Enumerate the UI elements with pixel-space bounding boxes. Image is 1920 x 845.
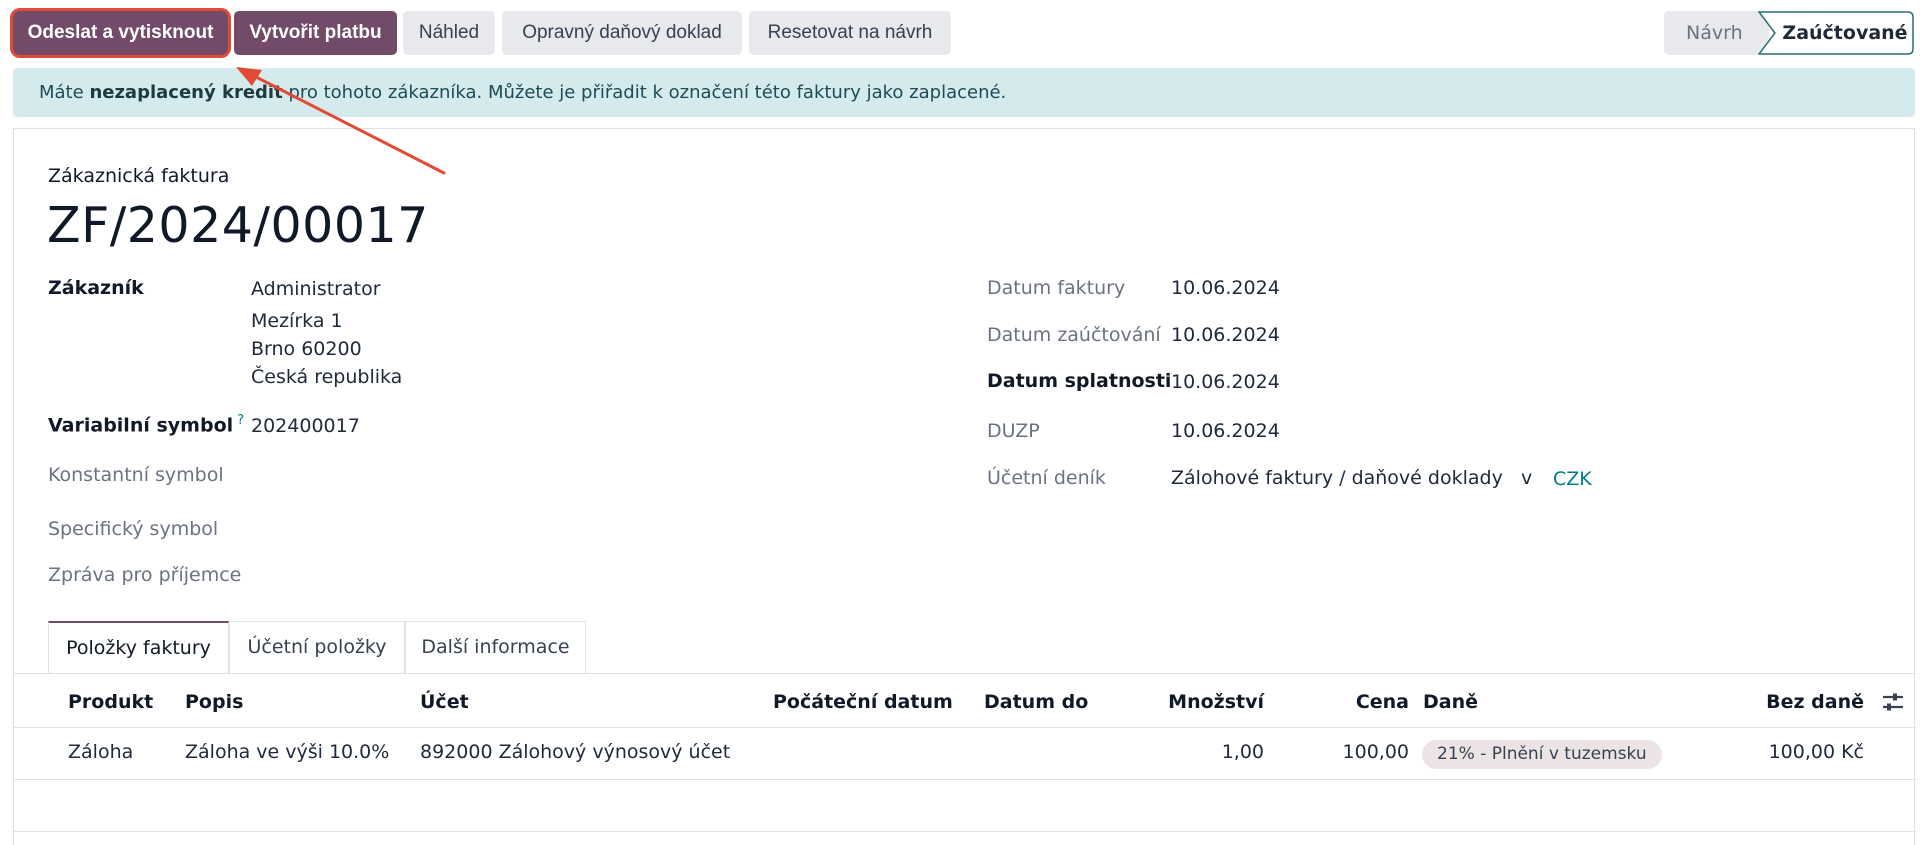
column-end-date[interactable]: Datum do	[984, 691, 1088, 713]
tab-other-info[interactable]: Další informace	[405, 621, 586, 673]
customer-country: Česká republika	[251, 366, 403, 388]
invoice-date-field[interactable]: 10.06.2024	[1171, 277, 1280, 299]
status-posted-label: Zaúčtované	[1782, 22, 1908, 44]
row-product[interactable]: Záloha	[68, 741, 133, 763]
status-draft[interactable]: Návrh	[1664, 11, 1769, 55]
column-description[interactable]: Popis	[185, 691, 243, 713]
accounting-date-field[interactable]: 10.06.2024	[1171, 324, 1280, 346]
register-payment-button[interactable]: Vytvořit platbu	[234, 11, 397, 55]
status-posted[interactable]: Zaúčtované	[1758, 11, 1914, 55]
accounting-date-label: Datum zaúčtování	[987, 324, 1161, 346]
currency-field[interactable]: CZK	[1553, 468, 1592, 490]
tab-divider	[14, 673, 1916, 674]
journal-label: Účetní deník	[987, 467, 1106, 489]
column-product[interactable]: Produkt	[68, 691, 153, 713]
column-account[interactable]: Účet	[420, 691, 469, 713]
customer-street: Mezírka 1	[251, 310, 343, 332]
column-subtotal[interactable]: Bez daně	[1714, 691, 1864, 713]
column-start-date[interactable]: Počáteční datum	[773, 691, 953, 713]
recipient-message-label: Zpráva pro příjemce	[48, 564, 242, 586]
alert-suffix: pro tohoto zákazníka. Můžete je přiřadit…	[288, 82, 1007, 103]
help-tooltip-icon[interactable]: ?	[237, 413, 244, 428]
document-type: Zákaznická faktura	[48, 165, 230, 187]
constant-symbol-label: Konstantní symbol	[48, 464, 224, 486]
row-divider	[14, 779, 1916, 780]
customer-label: Zákazník	[48, 277, 144, 299]
row-account[interactable]: 892000 Zálohový výnosový účet	[420, 741, 730, 763]
credit-note-button[interactable]: Opravný daňový doklad	[502, 11, 742, 55]
journal-currency-separator: v	[1521, 467, 1533, 489]
column-taxes[interactable]: Daně	[1423, 691, 1478, 713]
invoice-form-sheet: Zákaznická faktura ZF/2024/00017 Zákazní…	[13, 128, 1916, 845]
due-date-field[interactable]: 10.06.2024	[1171, 371, 1280, 393]
reset-to-draft-button[interactable]: Resetovat na návrh	[749, 11, 951, 55]
row-price[interactable]: 100,00	[1314, 741, 1409, 763]
alert-emphasis[interactable]: nezaplacený kredit	[89, 82, 282, 103]
invoice-date-label: Datum faktury	[987, 277, 1126, 299]
send-and-print-button[interactable]: Odeslat a vytisknout	[13, 11, 228, 55]
empty-row-divider	[14, 831, 1916, 832]
variable-symbol-field[interactable]: 202400017	[251, 415, 360, 437]
customer-name[interactable]: Administrator	[251, 278, 381, 300]
tax-badge[interactable]: 21% - Plnění v tuzemsku	[1422, 740, 1662, 769]
row-description[interactable]: Záloha ve výši 10.0%	[185, 741, 389, 763]
alert-prefix: Máte	[39, 82, 84, 103]
preview-button[interactable]: Náhled	[403, 11, 495, 55]
column-quantity[interactable]: Množství	[1114, 691, 1264, 713]
header-divider	[14, 727, 1916, 728]
customer-city: Brno 60200	[251, 338, 362, 360]
tab-invoice-lines[interactable]: Položky faktury	[48, 621, 229, 673]
due-date-label: Datum splatnosti	[987, 370, 1172, 392]
variable-symbol-label: Variabilní symbol?	[48, 413, 244, 436]
unpaid-credit-alert: Máte nezaplacený kredit pro tohoto zákaz…	[13, 68, 1915, 117]
column-price[interactable]: Cena	[1314, 691, 1409, 713]
optional-columns-icon[interactable]	[1880, 689, 1906, 715]
control-panel: Odeslat a vytisknout Vytvořit platbu Náh…	[10, 8, 1914, 58]
duzp-field[interactable]: 10.06.2024	[1171, 420, 1280, 442]
tab-journal-items[interactable]: Účetní položky	[229, 621, 405, 673]
journal-field[interactable]: Zálohové faktury / daňové doklady	[1171, 467, 1503, 489]
variable-symbol-label-text: Variabilní symbol	[48, 414, 234, 437]
invoice-number: ZF/2024/00017	[47, 197, 429, 254]
row-quantity[interactable]: 1,00	[1114, 741, 1264, 763]
specific-symbol-label: Specifický symbol	[48, 518, 219, 540]
duzp-label: DUZP	[987, 420, 1040, 442]
row-subtotal: 100,00 Kč	[1768, 741, 1864, 763]
status-bar: Návrh Zaúčtované	[1664, 11, 1914, 55]
